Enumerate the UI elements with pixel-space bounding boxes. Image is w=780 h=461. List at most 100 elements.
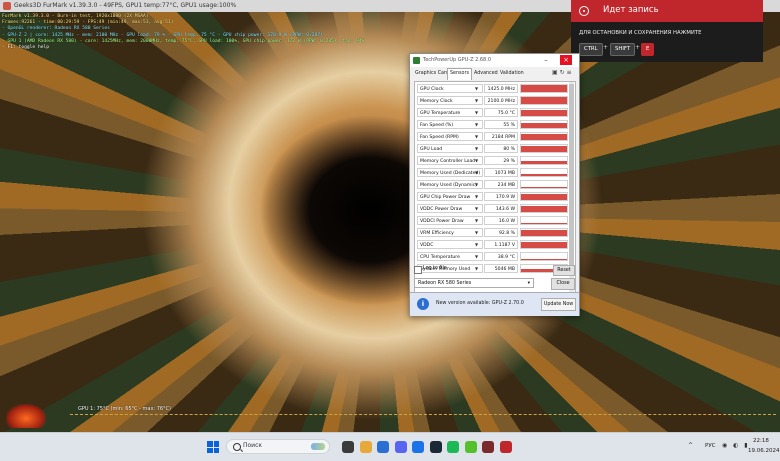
taskbar-app-icon[interactable] xyxy=(394,441,407,453)
taskbar-app-icon[interactable] xyxy=(359,441,372,453)
gpu-select-dropdown[interactable]: Radeon RX 580 Series ▾ xyxy=(414,278,534,288)
recording-header: Идет запись xyxy=(571,0,763,22)
sensor-name[interactable]: GPU Load xyxy=(417,144,483,153)
taskbar-app-icon[interactable] xyxy=(464,441,477,453)
sensor-name[interactable]: VDDC Power Draw xyxy=(417,204,483,213)
sensor-row: Memory Clock ▼ 2100.0 MHz xyxy=(415,95,575,107)
sensor-row: VRM Efficiency ▼ 92.8 % xyxy=(415,227,575,239)
sensor-graph-fill xyxy=(521,241,567,248)
close-icon[interactable]: × xyxy=(560,55,572,65)
sensor-dropdown-icon[interactable]: ▼ xyxy=(475,254,478,259)
sensor-dropdown-icon[interactable]: ▼ xyxy=(475,206,478,211)
sensor-dropdown-icon[interactable]: ▼ xyxy=(475,170,478,175)
close-button[interactable]: Close xyxy=(551,278,575,290)
scrollbar-thumb[interactable] xyxy=(569,84,574,274)
sensor-graph-fill xyxy=(521,193,567,200)
recording-title: Идет запись xyxy=(603,5,659,15)
minimize-icon[interactable]: – xyxy=(540,55,552,65)
sensor-name[interactable]: Memory Controller Load xyxy=(417,156,483,165)
sensor-graph-fill xyxy=(521,258,567,260)
plus-sign: + xyxy=(603,44,609,51)
tab-graphics-card[interactable]: Graphics Card xyxy=(413,69,451,79)
sensor-row: Memory Used (Dynamic) ▼ 234 MB xyxy=(415,179,575,191)
sensor-name[interactable]: VDDC xyxy=(417,240,483,249)
sensor-dropdown-icon[interactable]: ▼ xyxy=(475,194,478,199)
gpuz-app-icon xyxy=(413,57,420,64)
sensor-name[interactable]: CPU Temperature xyxy=(417,252,483,261)
sensor-value: 92.8 % xyxy=(484,228,518,237)
sensor-graph xyxy=(520,132,568,141)
sensor-dropdown-icon[interactable]: ▼ xyxy=(475,122,478,127)
sensor-dropdown-icon[interactable]: ▼ xyxy=(475,218,478,223)
sensor-graph-fill xyxy=(521,109,567,116)
taskbar-app-icon[interactable] xyxy=(412,441,424,453)
sensor-dropdown-icon[interactable]: ▼ xyxy=(475,146,478,151)
sensor-name[interactable]: VRM Efficiency xyxy=(417,228,483,237)
sensor-dropdown-icon[interactable]: ▼ xyxy=(475,230,478,235)
sensor-dropdown-icon[interactable]: ▼ xyxy=(475,158,478,163)
sensor-dropdown-icon[interactable]: ▼ xyxy=(475,134,478,139)
sensor-row: Memory Used (Dedicated) ▼ 1073 MB xyxy=(415,167,575,179)
sensor-name[interactable]: VDDCI Power Draw xyxy=(417,216,483,225)
tab-advanced[interactable]: Advanced xyxy=(472,69,500,79)
sensor-name[interactable]: GPU Clock xyxy=(417,84,483,93)
sensor-graph-fill xyxy=(521,122,567,128)
gpuz-toolbar-icons[interactable]: ▣ ↻ ≡ xyxy=(552,69,572,76)
clock-date[interactable]: 19.06.2024 xyxy=(748,448,780,454)
clock-time[interactable]: 22:18 xyxy=(753,438,769,444)
windows-start-icon[interactable] xyxy=(207,441,219,453)
sensor-dropdown-icon[interactable]: ▼ xyxy=(475,110,478,115)
sensor-graph-fill xyxy=(521,205,567,212)
sensor-graph xyxy=(520,228,568,237)
update-now-button[interactable]: Update Now xyxy=(541,298,576,311)
sensor-row: GPU Chip Power Draw ▼ 170.9 W xyxy=(415,191,575,203)
furmark-app-icon xyxy=(3,2,11,10)
sensor-name[interactable]: GPU Chip Power Draw xyxy=(417,192,483,201)
gpuz-titlebar[interactable]: TechPowerUp GPU-Z 2.68.0 – × xyxy=(410,54,579,67)
tab-validation[interactable]: Validation xyxy=(498,69,526,79)
sensor-name[interactable]: Fan Speed (%) xyxy=(417,120,483,129)
taskbar-search[interactable]: Поиск xyxy=(226,439,330,454)
info-icon: i xyxy=(417,298,429,310)
search-icon xyxy=(233,443,241,451)
sensor-graph xyxy=(520,156,568,165)
sensor-dropdown-icon[interactable]: ▼ xyxy=(475,86,478,91)
reset-button[interactable]: Reset xyxy=(553,265,575,276)
taskbar-app-icon[interactable] xyxy=(377,441,389,453)
taskbar-app-icon[interactable] xyxy=(342,441,354,453)
plus-sign: + xyxy=(635,44,641,51)
sensor-graph-fill xyxy=(521,229,567,236)
search-highlight-image xyxy=(311,443,325,450)
sensor-graph xyxy=(520,168,568,177)
tray-status-icons[interactable]: ◉ ◐ ▮ xyxy=(722,442,750,449)
sensor-graph xyxy=(520,120,568,129)
sensor-row: VDDCI Power Draw ▼ 16.0 W xyxy=(415,215,575,227)
taskbar: Поиск ^ РУС ◉ ◐ ▮ 22:18 19.06.2024 xyxy=(0,432,780,461)
chevron-down-icon: ▾ xyxy=(527,281,530,286)
sensor-name[interactable]: Fan Speed (RPM) xyxy=(417,132,483,141)
log-to-file-label: Log to file xyxy=(423,266,447,271)
furmark-window-title: Geeks3D FurMark v1.39.3.0 - 49FPS, GPU1 … xyxy=(14,2,237,9)
taskbar-app-icon[interactable] xyxy=(429,441,442,453)
sensor-graph xyxy=(520,144,568,153)
language-indicator[interactable]: РУС xyxy=(705,443,716,449)
sensor-dropdown-icon[interactable]: ▼ xyxy=(475,98,478,103)
sensor-name[interactable]: Memory Used (Dynamic) xyxy=(417,180,483,189)
osd-line: - F1: toggle help xyxy=(2,45,50,51)
tray-overflow-icon[interactable]: ^ xyxy=(688,442,693,449)
sensor-graph-fill xyxy=(521,97,567,104)
sensor-name[interactable]: Memory Clock xyxy=(417,96,483,105)
sensor-dropdown-icon[interactable]: ▼ xyxy=(475,242,478,247)
taskbar-app-icon[interactable] xyxy=(447,441,459,453)
gpuz-title: TechPowerUp GPU-Z 2.68.0 xyxy=(423,57,492,63)
sensor-name[interactable]: Memory Used (Dedicated) xyxy=(417,168,483,177)
sensor-name[interactable]: GPU Temperature xyxy=(417,108,483,117)
sensor-value: 1.1187 V xyxy=(484,240,518,249)
taskbar-app-icon[interactable] xyxy=(482,441,494,453)
sensor-dropdown-icon[interactable]: ▼ xyxy=(475,182,478,187)
tab-sensors[interactable]: Sensors xyxy=(447,68,472,80)
taskbar-app-icon[interactable] xyxy=(499,441,512,453)
sensor-graph-fill xyxy=(521,223,567,224)
log-to-file-checkbox[interactable] xyxy=(414,266,422,274)
sensor-dropdown-icon[interactable]: ▼ xyxy=(475,266,478,271)
